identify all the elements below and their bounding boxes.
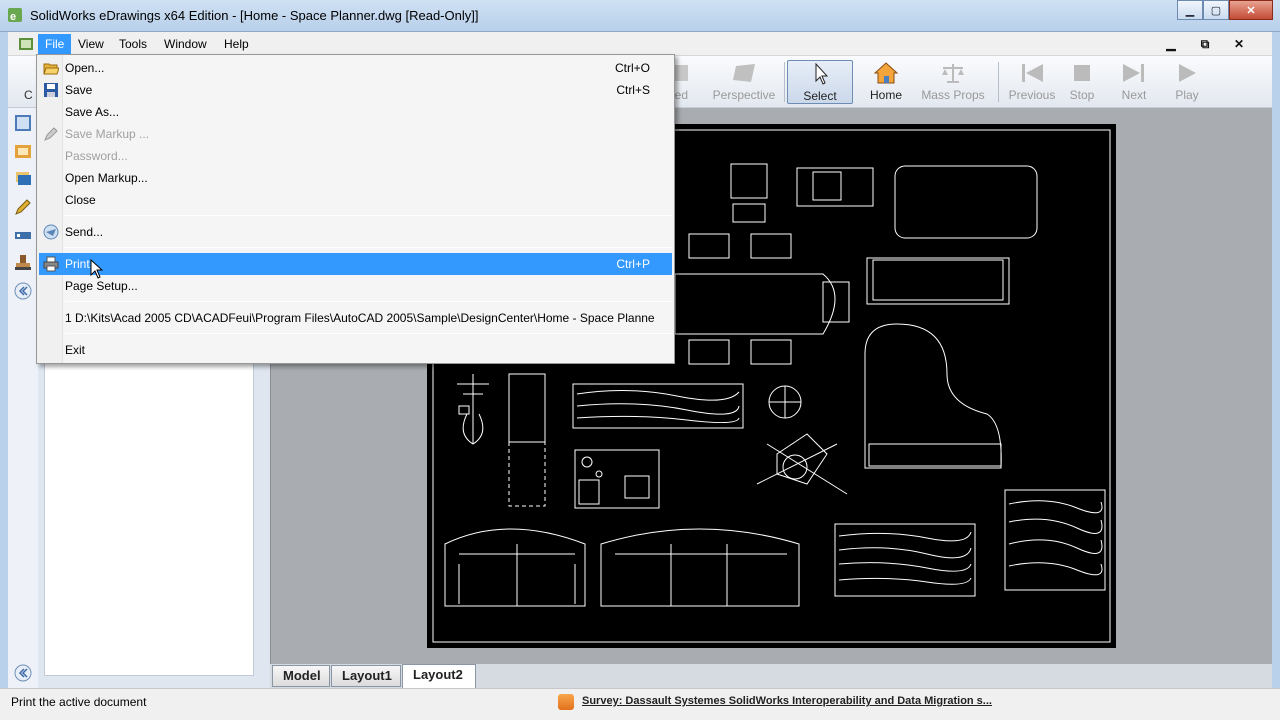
- status-text: Print the active document: [11, 695, 147, 709]
- minimize-button[interactable]: ▁: [1177, 0, 1203, 20]
- stop-button[interactable]: Stop: [1064, 60, 1100, 104]
- markup-pencil-icon[interactable]: [14, 198, 32, 216]
- doc-close-button[interactable]: ✕: [1224, 35, 1254, 53]
- menu-item-open-markup[interactable]: Open Markup...: [39, 167, 672, 189]
- printer-icon: [43, 256, 59, 272]
- previous-icon: [1022, 64, 1043, 82]
- menu-separator: [65, 215, 672, 216]
- collapse-panel-icon[interactable]: [14, 282, 32, 300]
- menu-separator: [65, 301, 672, 302]
- maximize-button[interactable]: ▢: [1203, 0, 1229, 20]
- menu-item-recent-file[interactable]: 1 D:\Kits\Acad 2005 CD\ACADFeui\Program …: [39, 307, 672, 329]
- document-icon[interactable]: [18, 36, 34, 52]
- previous-button[interactable]: Previous: [1004, 60, 1060, 104]
- stamp-icon[interactable]: [14, 254, 32, 272]
- menu-item-password: Password...: [65, 149, 128, 163]
- mass-props-button[interactable]: Mass Props: [920, 60, 986, 104]
- doc-restore-button[interactable]: ⧉: [1190, 35, 1220, 53]
- next-icon: [1123, 64, 1144, 82]
- select-button[interactable]: Select: [787, 60, 853, 104]
- rss-feed-icon[interactable]: [558, 694, 574, 710]
- menu-item-send[interactable]: Send...: [39, 221, 672, 243]
- play-icon: [1179, 64, 1196, 82]
- window-controls: ▁ ▢ ✕: [1177, 0, 1273, 20]
- menu-item-exit[interactable]: Exit: [39, 339, 672, 361]
- tab-model[interactable]: Model: [272, 665, 330, 687]
- tab-layout2[interactable]: Layout2: [402, 664, 476, 688]
- toolbar-separator: [784, 62, 785, 102]
- toolbar-separator: [998, 62, 999, 102]
- menu-item-close[interactable]: Close: [39, 189, 672, 211]
- component-icon[interactable]: [14, 142, 32, 160]
- send-icon: [43, 224, 59, 240]
- sheets-icon[interactable]: [14, 114, 32, 132]
- menu-file[interactable]: File: [38, 34, 72, 54]
- perspective-icon: [733, 64, 755, 82]
- home-button[interactable]: Home: [861, 60, 911, 104]
- layers-icon[interactable]: [14, 170, 32, 188]
- mouse-cursor-icon: [90, 259, 104, 279]
- edrawings-app-icon[interactable]: e: [7, 7, 23, 23]
- stop-icon: [1074, 65, 1090, 81]
- tab-layout1[interactable]: Layout1: [331, 665, 401, 687]
- menu-item-open[interactable]: Open... Ctrl+O: [39, 57, 672, 79]
- expand-bottom-icon[interactable]: [14, 664, 32, 682]
- menu-item-save[interactable]: Save Ctrl+S: [39, 79, 672, 101]
- mass-props-icon: [942, 64, 964, 83]
- menu-window[interactable]: Window: [157, 34, 214, 54]
- save-markup-icon: [44, 127, 58, 141]
- menu-item-save-markup: Save Markup ...: [39, 123, 672, 145]
- home-icon: [873, 62, 899, 84]
- select-arrow-icon: [815, 63, 829, 85]
- menu-help[interactable]: Help: [217, 34, 256, 54]
- perspective-button[interactable]: Perspective: [708, 60, 780, 104]
- file-menu-dropdown: Open... Ctrl+O Save Ctrl+S Save As... Sa…: [36, 54, 675, 364]
- menu-tools[interactable]: Tools: [112, 34, 154, 54]
- panel-tree-area[interactable]: [44, 358, 254, 676]
- next-button[interactable]: Next: [1114, 60, 1154, 104]
- svg-text:e: e: [10, 11, 16, 23]
- menu-item-page-setup[interactable]: Page Setup...: [39, 275, 672, 297]
- close-button[interactable]: ✕: [1229, 0, 1273, 20]
- menu-bar: File View Tools Window Help ▁ ⧉ ✕: [8, 32, 1272, 56]
- measure-icon[interactable]: [14, 226, 32, 244]
- layout-tabs: Model Layout1 Layout2: [270, 664, 1272, 688]
- open-folder-icon: [43, 63, 59, 75]
- window-title: SolidWorks eDrawings x64 Edition - [Home…: [30, 8, 479, 23]
- menu-separator: [65, 333, 672, 334]
- play-button[interactable]: Play: [1168, 60, 1206, 104]
- status-bar: Print the active document Survey: Dassau…: [0, 688, 1280, 720]
- menu-item-save-as[interactable]: Save As...: [39, 101, 672, 123]
- news-link[interactable]: Survey: Dassault Systemes SolidWorks Int…: [582, 695, 992, 707]
- menu-separator: [65, 247, 672, 248]
- doc-minimize-button[interactable]: ▁: [1156, 35, 1186, 53]
- menu-view[interactable]: View: [71, 34, 111, 54]
- title-bar: e SolidWorks eDrawings x64 Edition - [Ho…: [0, 0, 1280, 32]
- menu-item-print[interactable]: Print... Ctrl+P: [39, 253, 672, 275]
- toolbar-partial-label: C: [24, 88, 33, 102]
- left-icon-strip: [8, 108, 38, 688]
- save-disk-icon: [44, 83, 58, 97]
- document-window-controls: ▁ ⧉ ✕: [1156, 35, 1254, 53]
